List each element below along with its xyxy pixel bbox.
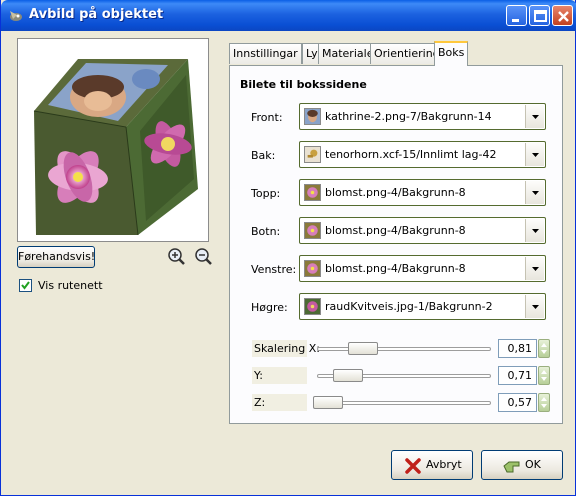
chevron-down-icon xyxy=(532,191,539,195)
top-image-select[interactable]: blomst.png-4/Bakgrunn-8 xyxy=(299,179,546,206)
maximize-button[interactable] xyxy=(529,5,550,26)
scale-x-input[interactable]: 0,81 xyxy=(498,339,537,358)
title-bar[interactable]: Avbild på objektet xyxy=(1,0,576,31)
scale-y-slider-thumb[interactable] xyxy=(333,369,364,382)
section-title: Bilete til bokssidene xyxy=(240,78,367,91)
front-value: kathrine-2.png-7/Bakgrunn-14 xyxy=(325,110,492,123)
scale-x-slider-thumb[interactable] xyxy=(347,342,378,355)
front-label: Front: xyxy=(251,111,283,124)
scale-y-input[interactable]: 0,71 xyxy=(498,366,537,385)
maximize-icon xyxy=(534,10,547,22)
scale-x-spinner[interactable] xyxy=(538,339,550,358)
ok-hand-icon xyxy=(503,461,520,473)
ok-label: OK xyxy=(525,458,541,471)
gimp-icon xyxy=(10,11,22,21)
dialog-window: Avbild på objektet Førehandsvis! Vis rut… xyxy=(0,0,576,496)
zoom-out-button[interactable] xyxy=(193,246,215,268)
portrait-thumbnail xyxy=(304,108,321,125)
zoom-out-icon xyxy=(195,248,212,265)
close-icon xyxy=(558,11,569,22)
right-dropdown-button[interactable] xyxy=(525,295,544,318)
cancel-button[interactable]: Avbryt xyxy=(391,450,473,480)
chevron-down-icon xyxy=(532,153,539,157)
scale-z-label: Z: xyxy=(254,396,266,409)
top-dropdown-button[interactable] xyxy=(525,181,544,204)
show-grid-label: Vis rutenett xyxy=(38,279,103,292)
scale-z-slider-thumb[interactable] xyxy=(313,396,344,409)
flower-thumbnail xyxy=(304,260,321,277)
flower-thumbnail xyxy=(304,184,321,201)
scale-y-spinner[interactable] xyxy=(538,366,550,385)
minimize-icon xyxy=(512,19,519,22)
right-image-select[interactable]: raudKvitveis.jpg-1/Bakgrunn-2 xyxy=(299,293,546,320)
scale-x-track[interactable] xyxy=(317,347,491,351)
minimize-button[interactable] xyxy=(506,5,527,26)
scale-x-label: Skalering X: xyxy=(254,342,320,355)
preview-button[interactable]: Førehandsvis! xyxy=(17,246,95,268)
back-dropdown-button[interactable] xyxy=(525,143,544,166)
preview-image xyxy=(17,38,209,242)
chevron-down-icon xyxy=(532,267,539,271)
left-image-select[interactable]: blomst.png-4/Bakgrunn-8 xyxy=(299,255,546,282)
left-value: blomst.png-4/Bakgrunn-8 xyxy=(325,262,466,275)
flower-thumbnail xyxy=(304,222,321,239)
ok-button[interactable]: OK xyxy=(481,450,563,480)
window-title: Avbild på objektet xyxy=(29,7,164,22)
chevron-down-icon xyxy=(532,229,539,233)
top-value: blomst.png-4/Bakgrunn-8 xyxy=(325,186,466,199)
front-image-select[interactable]: kathrine-2.png-7/Bakgrunn-14 xyxy=(299,103,546,130)
spinner-arrows-icon xyxy=(541,343,547,354)
zoom-in-button[interactable] xyxy=(166,246,188,268)
cancel-label: Avbryt xyxy=(426,458,462,471)
zoom-in-icon xyxy=(168,248,185,265)
tab-orientiering[interactable]: Orientiering xyxy=(370,43,444,64)
chevron-down-icon xyxy=(532,305,539,309)
checkmark-icon xyxy=(21,281,30,290)
back-value: tenorhorn.xcf-15/Innlimt lag-42 xyxy=(325,148,497,161)
back-label: Bak: xyxy=(251,149,276,162)
scale-y-label: Y: xyxy=(254,369,263,382)
front-dropdown-button[interactable] xyxy=(525,105,544,128)
cancel-x-icon xyxy=(405,458,421,474)
tenorhorn-thumbnail xyxy=(304,146,321,163)
bottom-image-select[interactable]: blomst.png-4/Bakgrunn-8 xyxy=(299,217,546,244)
left-dropdown-button[interactable] xyxy=(525,257,544,280)
right-value: raudKvitveis.jpg-1/Bakgrunn-2 xyxy=(325,300,493,313)
spinner-arrows-icon xyxy=(541,397,547,408)
bottom-label: Botn: xyxy=(251,225,281,238)
bottom-dropdown-button[interactable] xyxy=(525,219,544,242)
show-grid-checkbox[interactable] xyxy=(19,279,32,292)
scale-z-input[interactable]: 0,57 xyxy=(498,393,537,412)
spinner-arrows-icon xyxy=(541,370,547,381)
scale-z-spinner[interactable] xyxy=(538,393,550,412)
right-label: Høgre: xyxy=(251,301,288,314)
close-button[interactable] xyxy=(552,5,573,26)
red-flower-thumbnail xyxy=(304,298,321,315)
tab-innstillingar[interactable]: Innstillingar xyxy=(229,43,302,64)
chevron-down-icon xyxy=(532,115,539,119)
tab-boks[interactable]: Boks xyxy=(434,41,469,66)
top-label: Topp: xyxy=(251,187,281,200)
bottom-value: blomst.png-4/Bakgrunn-8 xyxy=(325,224,466,237)
tab-materiale[interactable]: Materiale xyxy=(318,43,378,64)
left-label: Venstre: xyxy=(251,263,297,276)
scale-z-track[interactable] xyxy=(317,401,491,405)
cube-preview-graphic xyxy=(33,59,198,236)
back-image-select[interactable]: tenorhorn.xcf-15/Innlimt lag-42 xyxy=(299,141,546,168)
